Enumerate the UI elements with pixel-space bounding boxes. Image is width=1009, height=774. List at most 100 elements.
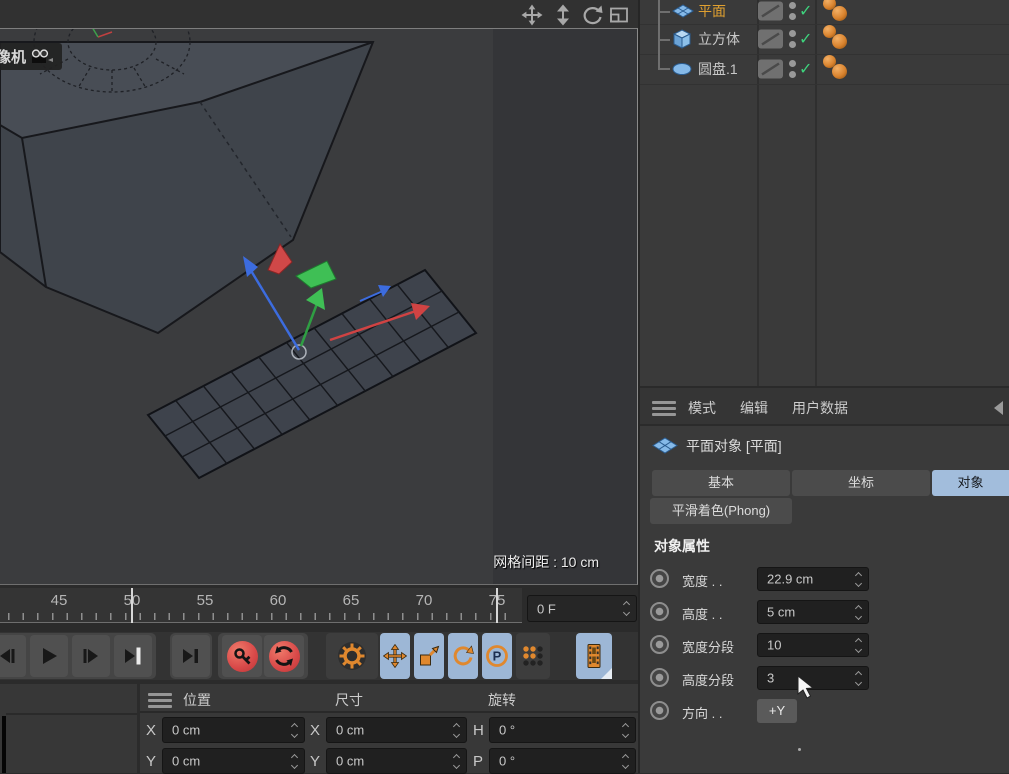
collapse-arrow-icon[interactable] (994, 401, 1003, 415)
enabled-check-icon[interactable]: ✓ (799, 1, 812, 21)
height-field[interactable]: 5 cm (757, 600, 869, 624)
record-keyframe-button[interactable] (222, 635, 262, 677)
viewport-scene[interactable] (0, 29, 637, 585)
layer-toggle[interactable] (758, 1, 783, 21)
width-field[interactable]: 22.9 cm (757, 567, 869, 591)
tab-coords[interactable]: 坐标 (792, 470, 930, 496)
timeline-ruler[interactable]: 45 50 55 60 65 70 75 (0, 588, 522, 623)
filmstrip-icon (587, 644, 601, 668)
plane-icon (672, 3, 694, 24)
tag-icon[interactable] (832, 6, 847, 21)
panel-divider (6, 713, 137, 715)
ruler-number: 60 (269, 592, 287, 609)
goto-next-key-button[interactable] (172, 635, 210, 677)
object-name[interactable]: 平面 (698, 1, 726, 21)
editor-visibility-dot[interactable] (789, 2, 796, 9)
field-spinner[interactable] (289, 718, 300, 742)
tag-icon[interactable] (832, 64, 847, 79)
record-rotation-toggle[interactable] (448, 633, 478, 679)
tab-object[interactable]: 对象 (932, 470, 1009, 496)
object-row-disc[interactable]: 圆盘.1 ✓ (640, 54, 1009, 84)
editor-visibility-dot[interactable] (789, 30, 796, 37)
size-y-field[interactable]: 0 cm (326, 748, 467, 774)
zoom-view-icon[interactable] (552, 4, 574, 26)
rotation-h-field[interactable]: 0 ° (489, 717, 636, 743)
object-row-cube[interactable]: 立方体 ✓ (640, 24, 1009, 54)
width-segments-field[interactable]: 10 (757, 633, 869, 657)
editor-visibility-dot[interactable] (789, 60, 796, 67)
camera-icon (31, 49, 54, 63)
layer-toggle[interactable] (758, 29, 783, 49)
range-marker[interactable] (131, 588, 133, 623)
menu-userdata[interactable]: 用户数据 (792, 398, 848, 418)
field-spinner[interactable] (451, 718, 462, 742)
record-position-toggle[interactable] (380, 633, 410, 679)
object-name[interactable]: 立方体 (698, 29, 740, 49)
frame-spinner[interactable] (621, 596, 632, 621)
keyframe-ring-icon[interactable] (650, 701, 669, 720)
ruler-number: 45 (50, 592, 68, 609)
keyframe-ring-icon[interactable] (650, 569, 669, 588)
menu-icon[interactable] (652, 398, 676, 422)
next-frame-button[interactable] (72, 635, 110, 677)
keyframe-ring-icon[interactable] (650, 668, 669, 687)
ruler-number: 70 (415, 592, 433, 609)
tab-basic[interactable]: 基本 (652, 470, 790, 496)
range-marker[interactable] (496, 588, 498, 623)
pan-view-icon[interactable] (521, 4, 543, 26)
grid-spacing-label: 网格间距 : 10 cm (493, 554, 599, 570)
field-spinner[interactable] (853, 667, 864, 689)
property-row-height-segments: 高度分段 3 (640, 666, 1009, 690)
size-column-label: 尺寸 (335, 692, 363, 708)
object-manager: 平面 ✓ 立方体 ✓ 圆盘.1 ✓ (640, 0, 1009, 386)
open-timeline-button[interactable] (576, 633, 612, 679)
field-spinner[interactable] (853, 568, 864, 590)
toggle-view-icon[interactable] (608, 4, 630, 26)
enabled-check-icon[interactable]: ✓ (799, 59, 812, 79)
keyframe-options-button[interactable] (326, 633, 378, 679)
tag-icon[interactable] (832, 34, 847, 49)
mouse-cursor (797, 676, 815, 699)
field-spinner[interactable] (620, 749, 631, 773)
key-icon (226, 640, 258, 672)
record-pla-toggle[interactable] (516, 633, 550, 679)
menu-mode[interactable]: 模式 (688, 398, 716, 418)
viewport-canvas[interactable]: 摄像机 网格间距 : 10 cm (0, 28, 638, 585)
orientation-dropdown[interactable]: +Y (757, 699, 797, 723)
keyframe-ring-icon[interactable] (650, 635, 669, 654)
keyframe-ring-icon[interactable] (650, 602, 669, 621)
object-row-plane[interactable]: 平面 ✓ (640, 0, 1009, 26)
render-visibility-dot[interactable] (789, 71, 796, 78)
field-spinner[interactable] (451, 749, 462, 773)
field-spinner[interactable] (853, 601, 864, 623)
field-spinner[interactable] (620, 718, 631, 742)
record-parameter-toggle[interactable]: P (482, 633, 512, 679)
enabled-check-icon[interactable]: ✓ (799, 29, 812, 49)
record-scale-toggle[interactable] (414, 633, 444, 679)
position-y-field[interactable]: 0 cm (162, 748, 305, 774)
layer-toggle[interactable] (758, 59, 783, 79)
coordinate-manager: 位置 尺寸 旋转 X 0 cm X 0 cm H 0 ° Y 0 cm Y 0 … (140, 684, 640, 774)
render-visibility-dot[interactable] (789, 41, 796, 48)
axis-label: X (146, 722, 157, 739)
goto-end-button[interactable] (114, 635, 152, 677)
current-frame-field[interactable]: 0 F (527, 595, 637, 622)
size-x-field[interactable]: 0 cm (326, 717, 467, 743)
pla-dots-icon (523, 646, 543, 666)
rotation-p-field[interactable]: 0 ° (489, 748, 636, 774)
menu-edit[interactable]: 编辑 (740, 398, 768, 418)
menu-icon[interactable] (148, 690, 172, 714)
position-x-field[interactable]: 0 cm (162, 717, 305, 743)
rotate-view-icon[interactable] (581, 4, 603, 26)
material-manager-panel (0, 684, 137, 773)
property-row-orientation: 方向 . . +Y (640, 699, 1009, 723)
autokeying-button[interactable] (264, 635, 304, 677)
field-spinner[interactable] (853, 634, 864, 656)
render-visibility-dot[interactable] (789, 13, 796, 20)
ruler-number: 55 (196, 592, 214, 609)
tab-phong[interactable]: 平滑着色(Phong) (650, 498, 792, 524)
field-spinner[interactable] (289, 749, 300, 773)
play-button[interactable] (30, 635, 68, 677)
object-name[interactable]: 圆盘.1 (698, 59, 738, 79)
previous-frame-button[interactable] (0, 635, 26, 677)
